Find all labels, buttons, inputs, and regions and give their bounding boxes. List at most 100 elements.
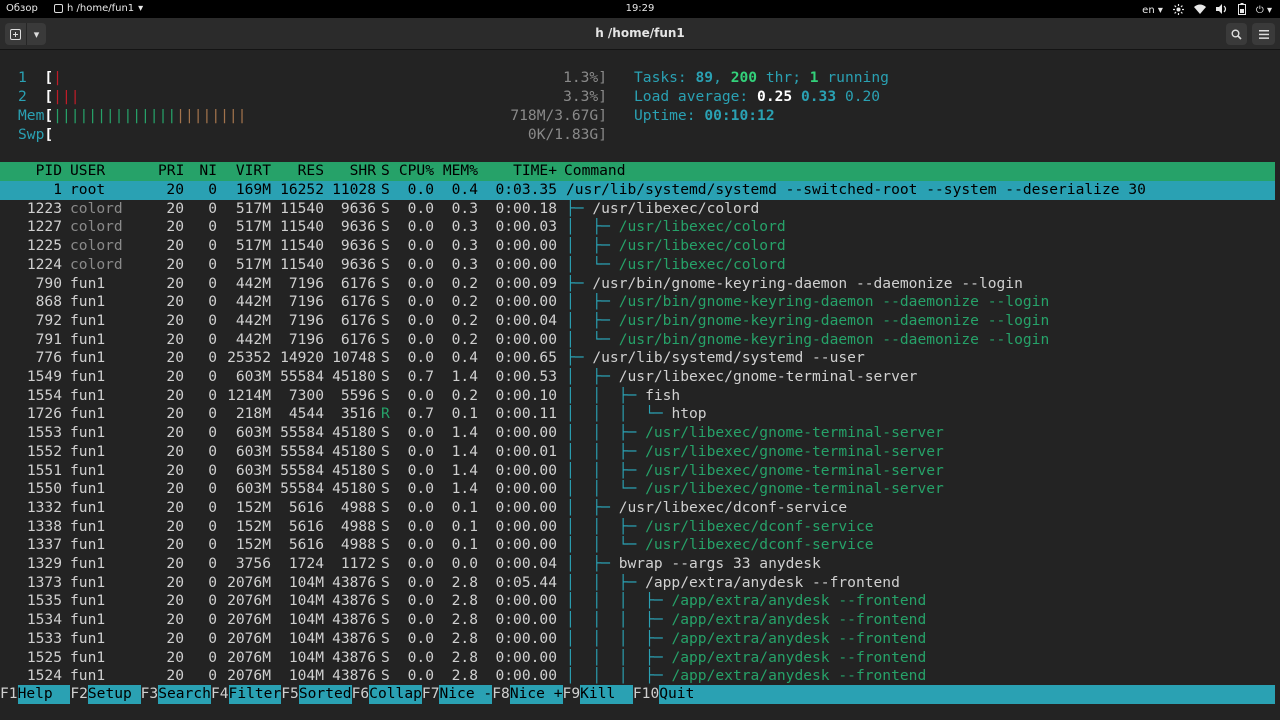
process-row[interactable]: 1524 fun1 20 0 2076M 104M 43876 S 0.0 2.8 0:00.00 │… bbox=[0, 667, 1275, 686]
process-row[interactable]: 1338 fun1 20 0 152M 5616 4988 S 0.0 0.1 0:00.00 │ │… bbox=[0, 518, 1275, 537]
cell-ni: 0 bbox=[208, 274, 217, 292]
fkey-f7[interactable]: F7Nice - bbox=[421, 685, 493, 704]
uptime-label: Uptime: bbox=[634, 107, 696, 124]
fkey-f3[interactable]: F3Search bbox=[141, 685, 211, 704]
wifi-icon[interactable] bbox=[1193, 4, 1206, 17]
cell-s: S bbox=[381, 648, 390, 666]
process-row[interactable]: 1549 fun1 20 0 603M 55584 45180 S 0.7 1.4 0:00.53 │… bbox=[0, 368, 1275, 387]
column-header-shr[interactable]: SHR bbox=[329, 162, 376, 181]
cell-mem: 0.3 bbox=[451, 255, 478, 273]
search-button[interactable] bbox=[1226, 23, 1247, 45]
process-row[interactable]: 1373 fun1 20 0 2076M 104M 43876 S 0.0 2.8 0:05.44 │… bbox=[0, 574, 1275, 593]
process-row[interactable]: 868 fun1 20 0 442M 7196 6176 S 0.0 0.2 0:00.00 │ ├─… bbox=[0, 293, 1275, 312]
fkey-f1[interactable]: F1Help bbox=[0, 685, 71, 704]
fkey-f5[interactable]: F5Sorted bbox=[281, 685, 352, 704]
cell-command: │ │ ├─ /app/extra/anydesk --frontend bbox=[566, 574, 1280, 593]
process-row[interactable]: 1535 fun1 20 0 2076M 104M 43876 S 0.0 2.8 0:00.00 │… bbox=[0, 592, 1275, 611]
fkey-f10[interactable]: F10Quit bbox=[633, 685, 712, 704]
process-row[interactable]: 1553 fun1 20 0 603M 55584 45180 S 0.0 1.4 0:00.00 │… bbox=[0, 424, 1275, 443]
column-header-ni[interactable]: NI bbox=[197, 162, 217, 181]
fkey-f9[interactable]: F9Kill bbox=[563, 685, 633, 704]
fkey-f2[interactable]: F2Setup bbox=[70, 685, 141, 704]
battery-icon[interactable] bbox=[1237, 3, 1246, 18]
column-header-pid[interactable]: PID bbox=[0, 162, 62, 181]
chevron-down-icon: ▾ bbox=[33, 27, 40, 41]
cell-user: colord bbox=[70, 237, 123, 255]
tasks-thr-label: thr; bbox=[765, 69, 801, 86]
process-row[interactable]: 1551 fun1 20 0 603M 55584 45180 S 0.0 1.4 0:00.00 │… bbox=[0, 462, 1275, 481]
cell-user: fun1 bbox=[70, 667, 106, 685]
process-row[interactable]: 1227 colord 20 0 517M 11540 9636 S 0.0 0.3 0:00.03… bbox=[0, 218, 1275, 237]
tree-branch: ├─ bbox=[566, 199, 593, 217]
cell-pid: 1 bbox=[53, 181, 62, 198]
process-row[interactable]: 1225 colord 20 0 517M 11540 9636 S 0.0 0.3 0:00.00… bbox=[0, 237, 1275, 256]
column-header-state[interactable]: S bbox=[381, 162, 391, 181]
process-table-header[interactable]: PID USER PRI NI VIRT RES SHR S CPU% MEM%… bbox=[0, 162, 1275, 181]
process-row[interactable]: 1223 colord 20 0 517M 11540 9636 S 0.0 0.3 0:00.18… bbox=[0, 200, 1275, 219]
column-header-time[interactable]: TIME+ bbox=[485, 162, 557, 181]
cell-command: │ └─ /usr/bin/gnome-keyring-daemon --dae… bbox=[566, 331, 1280, 350]
cell-pri: 20 bbox=[166, 573, 184, 591]
tasks-meter: Tasks: 89, 200 thr; 1 running bbox=[634, 69, 889, 88]
command-text: /app/extra/anydesk --frontend bbox=[671, 611, 927, 629]
volume-icon[interactable] bbox=[1215, 4, 1228, 17]
cell-mem: 0.2 bbox=[451, 330, 478, 348]
fkey-f4[interactable]: F4Filter bbox=[211, 685, 282, 704]
cell-user: fun1 bbox=[70, 274, 106, 292]
fkey-f8[interactable]: F8Nice + bbox=[492, 685, 563, 704]
activities-button[interactable]: Обзор bbox=[6, 3, 38, 14]
process-row[interactable]: 1 root 20 0 169M 16252 11028 S 0.0 0.4 0:03.35/usr… bbox=[0, 181, 1275, 200]
process-row[interactable]: 1534 fun1 20 0 2076M 104M 43876 S 0.0 2.8 0:00.00 │… bbox=[0, 611, 1275, 630]
fkey-number: F7 bbox=[421, 685, 440, 702]
column-header-res[interactable]: RES bbox=[276, 162, 324, 181]
process-row[interactable]: 791 fun1 20 0 442M 7196 6176 S 0.0 0.2 0:00.00 │ └─… bbox=[0, 331, 1275, 350]
network-icon[interactable] bbox=[1172, 3, 1184, 18]
column-header-command[interactable]: Command bbox=[564, 162, 1278, 181]
process-row[interactable]: 792 fun1 20 0 442M 7196 6176 S 0.0 0.2 0:00.04 │ ├─… bbox=[0, 312, 1275, 331]
process-row[interactable]: 1329 fun1 20 0 3756 1724 1172 S 0.0 0.0 0:00.04 │ ├… bbox=[0, 555, 1275, 574]
process-row[interactable]: 1332 fun1 20 0 152M 5616 4988 S 0.0 0.1 0:00.00 │ ├… bbox=[0, 499, 1275, 518]
process-row[interactable]: 1337 fun1 20 0 152M 5616 4988 S 0.0 0.1 0:00.00 │ │… bbox=[0, 536, 1275, 555]
main-menu-button[interactable] bbox=[1252, 23, 1275, 45]
new-tab-button[interactable] bbox=[5, 23, 26, 45]
system-tray[interactable]: en ▾ ⏻ ▾ bbox=[1142, 3, 1272, 18]
cell-user: fun1 bbox=[70, 442, 106, 460]
process-row[interactable]: 1533 fun1 20 0 2076M 104M 43876 S 0.0 2.8 0:00.00 │… bbox=[0, 630, 1275, 649]
cell-user: fun1 bbox=[70, 349, 106, 367]
cell-pri: 20 bbox=[166, 536, 184, 554]
cell-virt: 517M bbox=[235, 255, 271, 273]
process-row[interactable]: 790 fun1 20 0 442M 7196 6176 S 0.0 0.2 0:00.09 ├─ /… bbox=[0, 275, 1275, 294]
process-row[interactable]: 1726 fun1 20 0 218M 4544 3516 R 0.7 0.1 0:00.11 │ │… bbox=[0, 405, 1275, 424]
language-indicator[interactable]: en ▾ bbox=[1142, 5, 1163, 16]
command-text: /usr/bin/gnome-keyring-daemon --daemoniz… bbox=[618, 330, 1050, 348]
process-row[interactable]: 1525 fun1 20 0 2076M 104M 43876 S 0.0 2.8 0:00.00 │… bbox=[0, 649, 1275, 668]
app-menu[interactable]: h /home/fun1 ▾ bbox=[54, 3, 143, 14]
process-row[interactable]: 1224 colord 20 0 517M 11540 9636 S 0.0 0.3 0:00.00… bbox=[0, 256, 1275, 275]
column-header-user[interactable]: USER bbox=[70, 162, 160, 181]
fkey-f6[interactable]: F6Collap bbox=[352, 685, 422, 704]
tasks-threads: 200 bbox=[730, 69, 758, 86]
power-menu[interactable]: ⏻ ▾ bbox=[1256, 5, 1272, 16]
process-row[interactable]: 1554 fun1 20 0 1214M 7300 5596 S 0.0 0.2 0:00.10 │ … bbox=[0, 387, 1275, 406]
fkey-number: F8 bbox=[492, 685, 510, 702]
cell-res: 7196 bbox=[288, 274, 324, 292]
cell-time: 0:00.10 bbox=[495, 386, 557, 404]
cell-res: 11540 bbox=[280, 237, 324, 255]
column-header-mem[interactable]: MEM% bbox=[440, 162, 478, 181]
process-row[interactable]: 776 fun1 20 0 25352 14920 10748 S 0.0 0.4 0:00.65 ├… bbox=[0, 349, 1275, 368]
cell-user: fun1 bbox=[70, 555, 106, 572]
column-header-virt[interactable]: VIRT bbox=[223, 162, 271, 181]
tab-menu-button[interactable]: ▾ bbox=[26, 23, 46, 45]
column-header-pri[interactable]: PRI bbox=[158, 162, 184, 181]
cell-user: colord bbox=[70, 199, 123, 217]
clock[interactable]: 19:29 bbox=[0, 3, 1280, 14]
process-row[interactable]: 1552 fun1 20 0 603M 55584 45180 S 0.0 1.4 0:00.01 │… bbox=[0, 443, 1275, 462]
column-header-cpu[interactable]: CPU% bbox=[396, 162, 434, 181]
fkey-label: Kill bbox=[580, 685, 633, 704]
terminal-viewport[interactable]: 1 [| 1.3%] 2 [||| 3.3%] Mem[||||||||||||… bbox=[0, 50, 1280, 720]
cell-command: │ │ │ └─ htop bbox=[566, 405, 1280, 424]
process-row[interactable]: 1550 fun1 20 0 603M 55584 45180 S 0.0 1.4 0:00.00 │… bbox=[0, 480, 1275, 499]
cell-mem: 0.0 bbox=[451, 555, 478, 572]
cell-command: │ │ ├─ /usr/libexec/dconf-service bbox=[566, 518, 1280, 537]
cell-user: fun1 bbox=[70, 461, 106, 479]
